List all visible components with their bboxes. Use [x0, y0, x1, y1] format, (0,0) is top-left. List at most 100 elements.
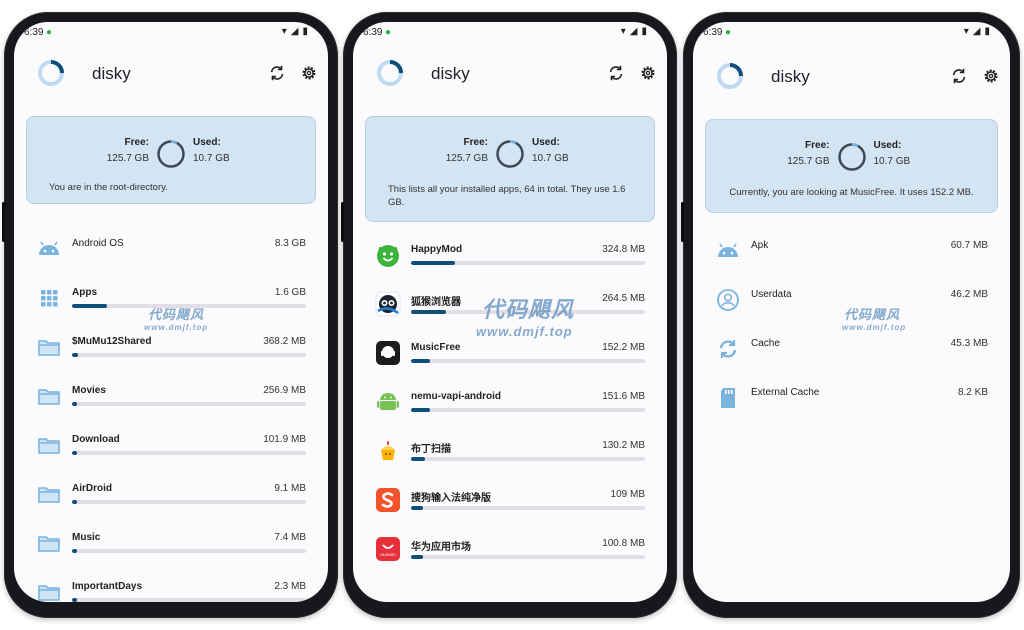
list-item[interactable]: HUAWEI 华为应用市场 100.8 MB	[353, 528, 667, 577]
item-name: 华为应用市场	[411, 542, 471, 553]
item-size: 152.2 MB	[602, 342, 645, 353]
free-label: Free:	[124, 137, 149, 148]
free-value: 125.7 GB	[787, 156, 830, 167]
list-item[interactable]: 布丁扫描 130.2 MB	[353, 430, 667, 479]
phone-frame-2: 6:39 ● ▾ ◢ ▮ disky Free: 125.7 GB Used: …	[341, 12, 677, 618]
item-size: 8.2 KB	[957, 387, 988, 398]
free-value: 125.7 GB	[445, 153, 488, 164]
cache-sync-icon	[715, 336, 741, 362]
item-name: Music	[72, 532, 101, 543]
wifi-icon: ▾	[281, 26, 287, 37]
debug-bug-icon: ●	[385, 27, 392, 38]
app-logo-icon	[717, 63, 743, 89]
status-bar: 6:39 ● ▾ ◢ ▮	[14, 22, 328, 44]
status-time: 6:39	[24, 27, 44, 38]
item-name: Apk	[751, 240, 769, 251]
item-size: 324.8 MB	[602, 244, 645, 255]
usage-bar	[72, 353, 306, 357]
list-item[interactable]: AirDroid 9.1 MB	[14, 473, 328, 522]
usage-bar	[411, 261, 645, 265]
app-bar: disky	[693, 53, 1010, 101]
android-icon	[36, 236, 62, 262]
list-item[interactable]: Apps 1.6 GB	[14, 277, 328, 326]
list-item[interactable]: 狐猴浏览器 264.5 MB	[353, 283, 667, 332]
item-name: ImportantDays	[72, 581, 143, 592]
usage-bar-fill	[411, 408, 430, 412]
list-item[interactable]: HappyMod 324.8 MB	[353, 234, 667, 283]
item-name: $MuMu12Shared	[72, 336, 152, 347]
app-bar: disky	[353, 50, 667, 98]
item-size: 7.4 MB	[274, 532, 306, 543]
folder-icon	[36, 383, 62, 409]
item-size: 264.5 MB	[602, 293, 645, 304]
usage-bar	[411, 457, 645, 461]
usage-bar	[411, 408, 645, 412]
signal-icon: ◢	[972, 26, 981, 37]
storage-summary-card: Free: 125.7 GB Used: 10.7 GB Currently, …	[705, 119, 998, 213]
refresh-icon[interactable]	[607, 64, 625, 82]
usage-bar-fill	[411, 310, 447, 314]
item-size: 2.3 MB	[274, 581, 306, 592]
list-item[interactable]: External Cache 8.2 KB	[693, 377, 1010, 426]
screen-apps: 6:39 ● ▾ ◢ ▮ disky Free: 125.7 GB Used: …	[353, 22, 667, 602]
free-value: 125.7 GB	[106, 153, 149, 164]
list-item[interactable]: $MuMu12Shared 368.2 MB	[14, 326, 328, 375]
list-item[interactable]: Download 101.9 MB	[14, 424, 328, 473]
used-value: 10.7 GB	[193, 153, 230, 164]
item-size: 100.8 MB	[602, 538, 645, 549]
sogou-input-app-icon	[375, 487, 401, 513]
summary-description: Currently, you are looking at MusicFree.…	[729, 187, 974, 198]
list-item[interactable]: 搜狗输入法纯净版 109 MB	[353, 479, 667, 528]
svg-text:HUAWEI: HUAWEI	[380, 552, 396, 557]
summary-description: You are in the root-directory.	[49, 182, 168, 193]
system-icons: ▾ ◢ ▮	[964, 26, 990, 38]
item-size: 45.3 MB	[950, 338, 988, 349]
item-name: AirDroid	[72, 483, 112, 494]
storage-usage-ring	[157, 140, 185, 168]
android-app-icon	[375, 389, 401, 415]
used-label: Used:	[873, 140, 902, 151]
storage-summary-card: Free: 125.7 GB Used: 10.7 GB This lists …	[365, 116, 655, 222]
status-bar: 6:39 ● ▾ ◢ ▮	[353, 22, 667, 44]
gear-icon[interactable]	[982, 67, 1000, 85]
refresh-icon[interactable]	[268, 64, 286, 82]
item-size: 8.3 GB	[274, 238, 306, 249]
item-name: 搜狗输入法纯净版	[411, 493, 491, 504]
list-item[interactable]: Movies 256.9 MB	[14, 375, 328, 424]
list-item[interactable]: Userdata 46.2 MB	[693, 279, 1010, 328]
gear-icon[interactable]	[639, 64, 657, 82]
item-name: Download	[72, 434, 120, 445]
list-item[interactable]: Android OS 8.3 GB	[14, 228, 328, 277]
folder-icon	[36, 481, 62, 507]
wifi-icon: ▾	[620, 26, 626, 37]
gear-icon[interactable]	[300, 64, 318, 82]
free-label: Free:	[463, 137, 488, 148]
used-value: 10.7 GB	[532, 153, 569, 164]
usage-bar-fill	[411, 359, 430, 363]
list-item[interactable]: Apk 60.7 MB	[693, 230, 1010, 279]
usage-bar	[72, 598, 306, 602]
usage-bar	[72, 451, 306, 455]
usage-bar-fill	[411, 555, 423, 559]
battery-icon: ▮	[302, 26, 308, 37]
signal-icon: ◢	[629, 26, 638, 37]
item-size: 46.2 MB	[950, 289, 988, 300]
wifi-icon: ▾	[963, 26, 969, 37]
item-name: nemu-vapi-android	[411, 391, 502, 402]
battery-icon: ▮	[641, 26, 647, 37]
list-item[interactable]: ImportantDays 2.3 MB	[14, 571, 328, 602]
item-size: 130.2 MB	[602, 440, 645, 451]
item-size: 109 MB	[610, 489, 645, 500]
refresh-icon[interactable]	[950, 67, 968, 85]
list-item[interactable]: Cache 45.3 MB	[693, 328, 1010, 377]
item-name: Userdata	[751, 289, 792, 300]
usage-bar	[411, 359, 645, 363]
list-item[interactable]: MusicFree 152.2 MB	[353, 332, 667, 381]
used-label: Used:	[193, 137, 221, 148]
app-title: disky	[771, 67, 810, 86]
list-item[interactable]: nemu-vapi-android 151.6 MB	[353, 381, 667, 430]
usage-bar	[72, 304, 306, 308]
item-size: 256.9 MB	[263, 385, 306, 396]
list-item[interactable]: Music 7.4 MB	[14, 522, 328, 571]
item-name: Movies	[72, 385, 106, 396]
